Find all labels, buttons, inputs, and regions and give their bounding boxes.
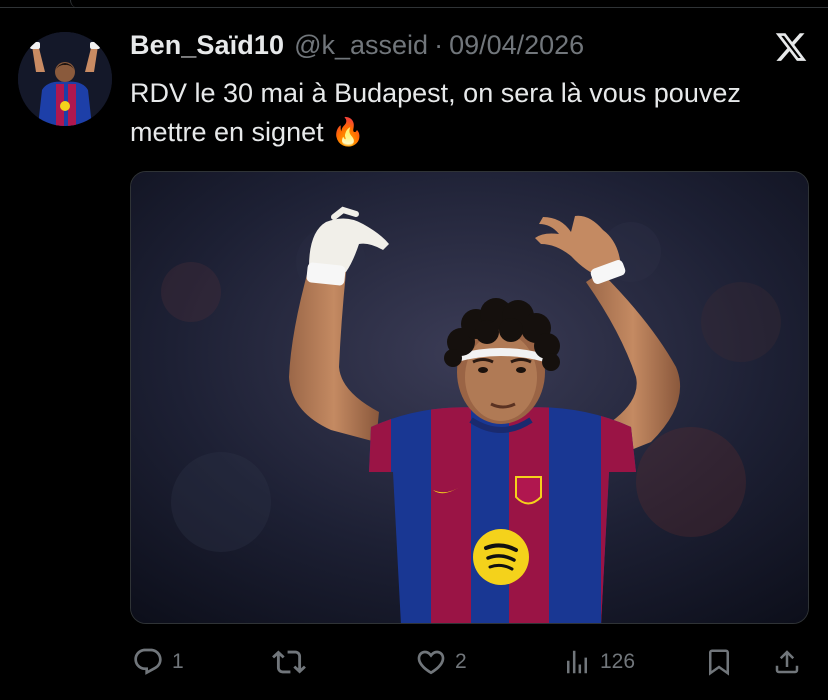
views-count: 126 [600,650,636,673]
views-button[interactable]: 126 [562,640,635,684]
player-photo [131,172,808,623]
share-icon [772,647,802,677]
tweet-text: RDV le 30 mai à Budapest, on sera là vou… [130,78,741,147]
handle[interactable]: @k_asseid [294,30,428,61]
bookmark-icon [704,647,734,677]
avatar-image [18,32,112,126]
like-count: 2 [455,650,467,673]
retweet-icon [272,645,306,679]
reply-icon [132,646,164,678]
share-button[interactable] [772,640,802,684]
tweet-media-photo[interactable] [130,171,809,624]
reply-button[interactable]: 1 [132,640,184,684]
tweet-date[interactable]: 09/04/2026 [449,30,584,61]
like-button[interactable]: 2 [415,640,467,684]
x-logo-icon[interactable] [774,30,808,64]
action-bar: 1 2 126 [0,640,828,684]
display-name[interactable]: Ben_Saïd10 [130,30,284,61]
separator-dot: · [434,30,444,60]
views-icon [562,647,592,677]
heart-icon [415,646,447,678]
tweet-header: Ben_Saïd10 @k_asseid · 09/04/2026 [130,30,584,64]
tweet[interactable]: Ben_Saïd10 @k_asseid · 09/04/2026 RDV le… [0,0,828,700]
retweet-button[interactable] [272,640,314,684]
avatar[interactable] [18,32,112,126]
bookmark-button[interactable] [704,640,734,684]
reply-count: 1 [172,650,184,673]
